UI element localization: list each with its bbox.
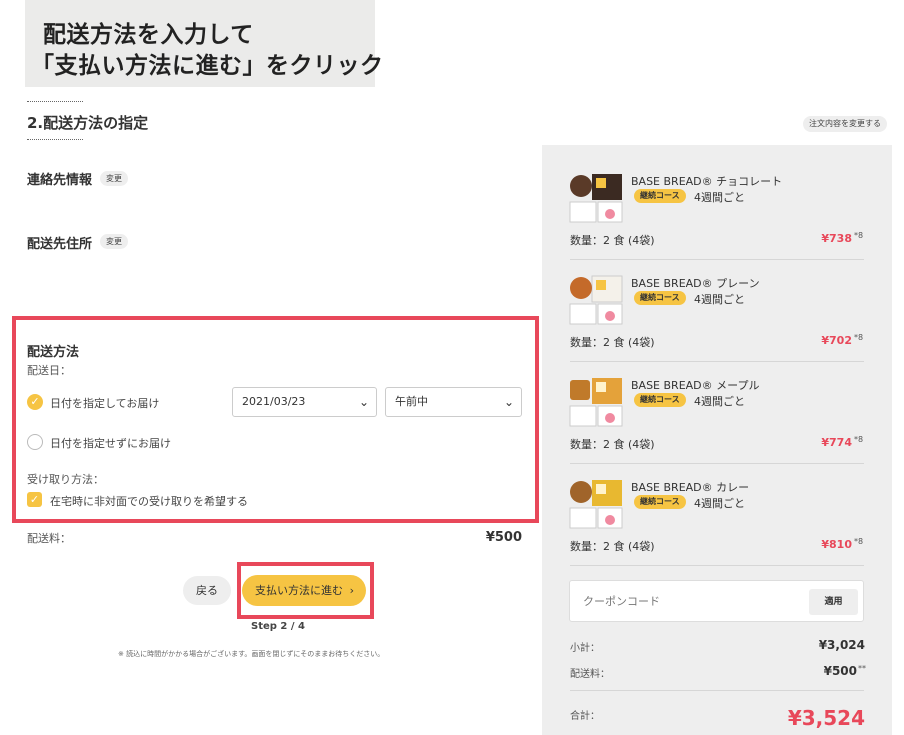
subscription-badge: 継続コース bbox=[634, 291, 686, 305]
contactless-option-label: 在宅時に非対面での受け取りを希望する bbox=[50, 495, 248, 508]
subscription-badge: 継続コース bbox=[634, 495, 686, 509]
receive-method-label: 受け取り方法： bbox=[27, 473, 104, 486]
step-title: 2.配送方法の指定 bbox=[27, 114, 149, 132]
change-order-button[interactable]: 注文内容を変更する bbox=[803, 116, 887, 132]
address-label: 配送先住所 bbox=[27, 237, 93, 252]
check-icon: ✓ bbox=[29, 493, 40, 506]
proceed-to-payment-button[interactable]: 支払い方法に進む › bbox=[242, 575, 366, 606]
highlight-shipping-method bbox=[12, 316, 539, 523]
item-name: BASE BREAD® カレー bbox=[631, 481, 750, 494]
tax-mark: *8 bbox=[854, 333, 864, 342]
delivery-time-value: 午前中 bbox=[395, 395, 428, 408]
subscription-badge: 継続コース bbox=[634, 189, 686, 203]
item-name: BASE BREAD® プレーン bbox=[631, 277, 760, 290]
delivery-date-label: 配送日： bbox=[27, 364, 71, 377]
annotation-banner: 配送方法を入力して 「支払い方法に進む」をクリック bbox=[25, 0, 383, 87]
item-divider bbox=[570, 463, 864, 464]
item-frequency: 4週間ごと bbox=[694, 293, 745, 306]
shipping-heading: 配送方法 bbox=[27, 345, 80, 360]
back-button[interactable]: 戻る bbox=[183, 576, 231, 605]
loading-notice: ※ 読込に時間がかかる場合がございます。画面を閉じずにそのままお待ちください。 bbox=[118, 650, 385, 658]
divider-dots-bottom bbox=[27, 139, 83, 140]
shipping-fee-value: ¥500 bbox=[485, 530, 522, 545]
proceed-button-label: 支払い方法に進む bbox=[255, 584, 343, 597]
product-image-curry bbox=[568, 478, 624, 530]
product-image-chocolate bbox=[568, 172, 624, 224]
item-quantity: 数量：2 食 (4袋) bbox=[570, 234, 655, 247]
tax-mark: *8 bbox=[854, 435, 864, 444]
product-image-plain bbox=[568, 274, 624, 326]
item-name: BASE BREAD® メープル bbox=[631, 379, 760, 392]
checkbox-contactless[interactable]: ✓ bbox=[27, 492, 42, 507]
option-specify-date-label: 日付を指定してお届け bbox=[50, 397, 160, 410]
tax-mark: *8 bbox=[854, 537, 864, 546]
annotation-line-2: 「支払い方法に進む」をクリック bbox=[31, 53, 384, 79]
step-indicator: Step 2 / 4 bbox=[251, 621, 305, 632]
item-divider bbox=[570, 361, 864, 362]
chevron-down-icon: ⌄ bbox=[358, 395, 369, 409]
item-price: ¥810 bbox=[821, 538, 852, 551]
item-divider bbox=[570, 565, 864, 566]
contact-label: 連絡先情報 bbox=[27, 173, 93, 188]
apply-coupon-button[interactable]: 適用 bbox=[809, 589, 858, 615]
item-divider bbox=[570, 259, 864, 260]
chevron-right-icon: › bbox=[349, 584, 354, 597]
radio-unspecified-date[interactable] bbox=[27, 434, 43, 450]
check-icon: ✓ bbox=[30, 395, 40, 408]
divider-dots-top bbox=[27, 101, 83, 102]
subtotal-label: 小計： bbox=[570, 643, 600, 654]
contact-change-button[interactable]: 変更 bbox=[100, 171, 128, 186]
cart-shipping-mark: ** bbox=[858, 664, 866, 673]
annotation-line-1: 配送方法を入力して bbox=[43, 22, 254, 48]
item-frequency: 4週間ごと bbox=[694, 191, 745, 204]
item-frequency: 4週間ごと bbox=[694, 395, 745, 408]
cart-shipping-value: ¥500 bbox=[823, 664, 857, 678]
totals-divider bbox=[570, 690, 864, 691]
subtotal-value: ¥3,024 bbox=[818, 638, 865, 652]
radio-specify-date[interactable]: ✓ bbox=[27, 394, 43, 410]
delivery-date-select[interactable]: 2021/03/23 ⌄ bbox=[232, 387, 377, 417]
total-label: 合計： bbox=[570, 711, 600, 722]
subscription-badge: 継続コース bbox=[634, 393, 686, 407]
delivery-time-select[interactable]: 午前中 ⌄ bbox=[385, 387, 522, 417]
item-quantity: 数量：2 食 (4袋) bbox=[570, 438, 655, 451]
item-quantity: 数量：2 食 (4袋) bbox=[570, 336, 655, 349]
option-unspecified-date-label: 日付を指定せずにお届け bbox=[50, 437, 171, 450]
product-image-maple bbox=[568, 376, 624, 428]
total-value: ¥3,524 bbox=[787, 706, 865, 730]
item-name: BASE BREAD® チョコレート bbox=[631, 175, 783, 188]
item-frequency: 4週間ごと bbox=[694, 497, 745, 510]
item-price: ¥738 bbox=[821, 232, 852, 245]
cart-shipping-label: 配送料： bbox=[570, 669, 610, 680]
chevron-down-icon: ⌄ bbox=[503, 395, 514, 409]
item-price: ¥774 bbox=[821, 436, 852, 449]
coupon-box: 適用 bbox=[569, 580, 864, 622]
item-quantity: 数量：2 食 (4袋) bbox=[570, 540, 655, 553]
shipping-fee-label: 配送料： bbox=[27, 532, 71, 545]
address-change-button[interactable]: 変更 bbox=[100, 234, 128, 249]
tax-mark: *8 bbox=[854, 231, 864, 240]
coupon-code-input[interactable] bbox=[571, 582, 801, 620]
item-price: ¥702 bbox=[821, 334, 852, 347]
delivery-date-value: 2021/03/23 bbox=[242, 395, 306, 408]
